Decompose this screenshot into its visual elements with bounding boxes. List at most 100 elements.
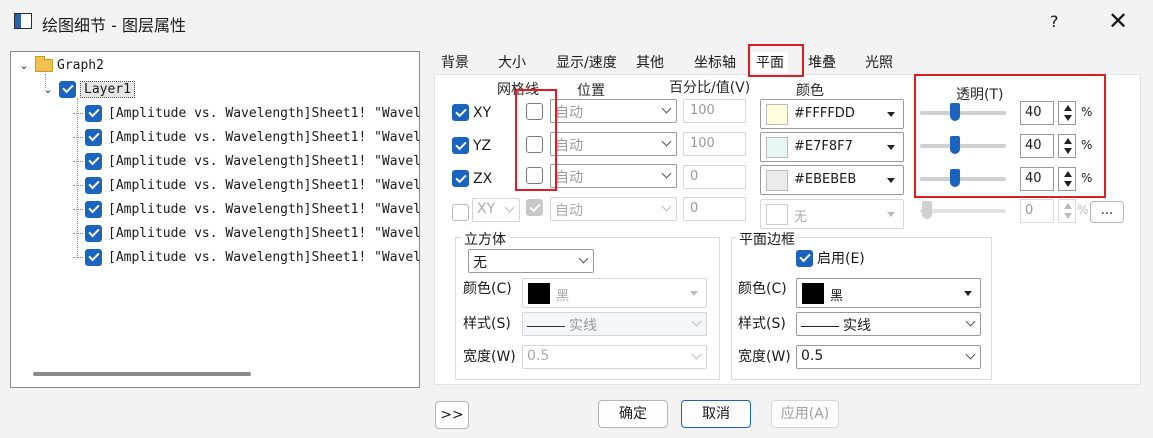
plane-yz-checkbox[interactable] [452,137,469,154]
tree-item-plot[interactable]: [Amplitude vs. Wavelength]Sheet1! "Wavel [73,246,419,268]
plot-checkbox[interactable] [85,128,102,146]
chevron-down-icon[interactable]: ⌄ [41,83,55,96]
spin-button[interactable] [1058,167,1076,191]
plane-border-enable[interactable]: 启用(E) [796,248,865,268]
folder-icon [35,55,53,72]
grid-xy-checkbox[interactable] [526,103,543,120]
extra-value-input[interactable]: 0 [683,197,746,221]
plot-label: [Amplitude vs. Wavelength]Sheet1! "Wavel [108,177,420,193]
ok-button[interactable]: 确定 [598,400,668,428]
tab-stack[interactable]: 堆叠 [808,52,836,74]
slider-thumb[interactable] [922,201,932,219]
spin-button[interactable] [1058,199,1076,223]
plot-checkbox[interactable] [85,224,102,242]
plane-name: ZX [473,170,493,187]
value-yz-input[interactable]: 100 [683,132,746,156]
tree-item-graph2[interactable]: ⌄ Graph2 [17,54,104,76]
plane-name: XY [473,104,492,121]
plot-label: [Amplitude vs. Wavelength]Sheet1! "Wavel [108,105,420,121]
slider-thumb[interactable] [950,103,960,121]
color-zx-select[interactable]: #EBEBEB [760,165,904,195]
color-swatch [802,283,824,304]
tab-background[interactable]: 背景 [441,52,469,74]
tree-item-plot[interactable]: [Amplitude vs. Wavelength]Sheet1! "Wavel [73,102,420,124]
cube-type-select[interactable]: 无 [468,249,594,273]
plot-label: [Amplitude vs. Wavelength]Sheet1! "Wavel [108,225,420,241]
border-style-select[interactable]: 实线 [796,312,981,336]
extra-position-select[interactable]: 自动 [550,197,677,221]
tree-item-layer1[interactable]: ⌄ Layer1 [41,78,135,100]
tree-item-plot[interactable]: [Amplitude vs. Wavelength]Sheet1! "Wavel [73,222,420,244]
apply-button[interactable]: 应用(A) [771,400,839,428]
tab-size[interactable]: 大小 [498,52,526,74]
object-tree[interactable]: ⌄ Graph2 ⌄ Layer1 [Amplitude vs. Wavelen… [10,51,420,388]
extra-transparency-slider[interactable] [920,209,1006,213]
slider-thumb[interactable] [950,169,960,187]
enable-checkbox[interactable] [796,249,813,267]
transparency-zx-slider[interactable] [920,177,1006,181]
extra-plane-checkbox[interactable] [452,204,469,221]
border-width-select[interactable]: 0.5 [796,345,981,369]
layer-checkbox[interactable] [59,80,76,98]
transparency-yz-input[interactable]: 40 [1020,134,1054,158]
close-button[interactable]: ✕ [1108,7,1128,35]
plot-checkbox[interactable] [85,176,102,194]
plane-name: YZ [473,137,492,154]
extra-plane-select[interactable]: XY [472,198,520,222]
tree-item-plot[interactable]: [Amplitude vs. Wavelength]Sheet1! "Wavel [73,174,420,196]
spin-button[interactable] [1058,101,1076,125]
color-xy-select[interactable]: #FFFFDD [760,99,904,129]
horizontal-scrollbar[interactable] [33,372,251,376]
transparency-xy-input[interactable]: 40 [1020,101,1054,125]
tab-other[interactable]: 其他 [636,52,664,74]
position-zx-select[interactable]: 自动 [550,164,677,188]
value-zx-input[interactable]: 0 [683,165,746,189]
color-swatch [528,283,550,304]
title-bar: 绘图细节 - 图层属性 ? ✕ [0,0,1153,46]
transparency-xy-slider[interactable] [920,111,1006,115]
position-yz-select[interactable]: 自动 [550,132,677,156]
transparency-header: 透明(T) [956,87,1004,103]
grid-zx-checkbox[interactable] [526,167,543,184]
tree-item-plot[interactable]: [Amplitude vs. Wavelength]Sheet1! "Wavel [73,198,419,220]
tab-axes[interactable]: 坐标轴 [694,52,736,74]
color-swatch [766,104,788,125]
plot-checkbox[interactable] [85,200,102,218]
cancel-button[interactable]: 取消 [681,400,751,428]
slider-thumb[interactable] [950,136,960,154]
extra-color-select[interactable]: 无 [760,199,904,229]
help-button[interactable]: ? [1050,12,1059,31]
plane-row-xy: XY [452,104,491,121]
plane-xy-checkbox[interactable] [452,104,469,121]
value-xy-input[interactable]: 100 [683,99,746,123]
plane-zx-checkbox[interactable] [452,170,469,187]
plot-checkbox[interactable] [85,248,102,266]
cube-width-select[interactable]: 0.5 [522,345,707,369]
color-yz-select[interactable]: #E7F8F7 [760,132,904,162]
more-button[interactable]: ... [1090,201,1124,223]
cube-color-select[interactable]: 黑 [522,278,707,308]
extra-transparency-input[interactable]: 0 [1020,199,1054,223]
expand-button[interactable]: >> [435,401,469,429]
plot-checkbox[interactable] [85,152,102,170]
position-xy-select[interactable]: 自动 [550,99,677,123]
tab-lighting[interactable]: 光照 [865,52,893,74]
border-color-select[interactable]: 黑 [796,278,981,308]
extra-grid-checkbox[interactable] [526,199,543,216]
tree-item-plot[interactable]: [Amplitude vs. Wavelength]Sheet1! "Wavel [73,150,419,172]
chevron-down-icon[interactable]: ⌄ [17,59,31,72]
tree-item-plot[interactable]: [Amplitude vs. Wavelength]Sheet1! "Wavel [73,126,420,148]
plot-label: [Amplitude vs. Wavelength]Sheet1! "Wavel [108,129,420,145]
plot-checkbox[interactable] [85,104,102,122]
plane-row-zx: ZX [452,170,492,187]
transparency-yz-slider[interactable] [920,144,1006,148]
transparency-zx-input[interactable]: 40 [1020,167,1054,191]
tab-planes[interactable]: 平面 [752,52,788,75]
grid-yz-checkbox[interactable] [526,136,543,153]
plane-border-title: 平面边框 [736,229,798,249]
spin-button[interactable] [1058,134,1076,158]
cube-style-select[interactable]: 实线 [522,312,707,336]
color-header: 颜色 [796,83,824,99]
tree-item-label: Layer1 [80,80,135,98]
tab-display-speed[interactable]: 显示/速度 [556,52,617,74]
